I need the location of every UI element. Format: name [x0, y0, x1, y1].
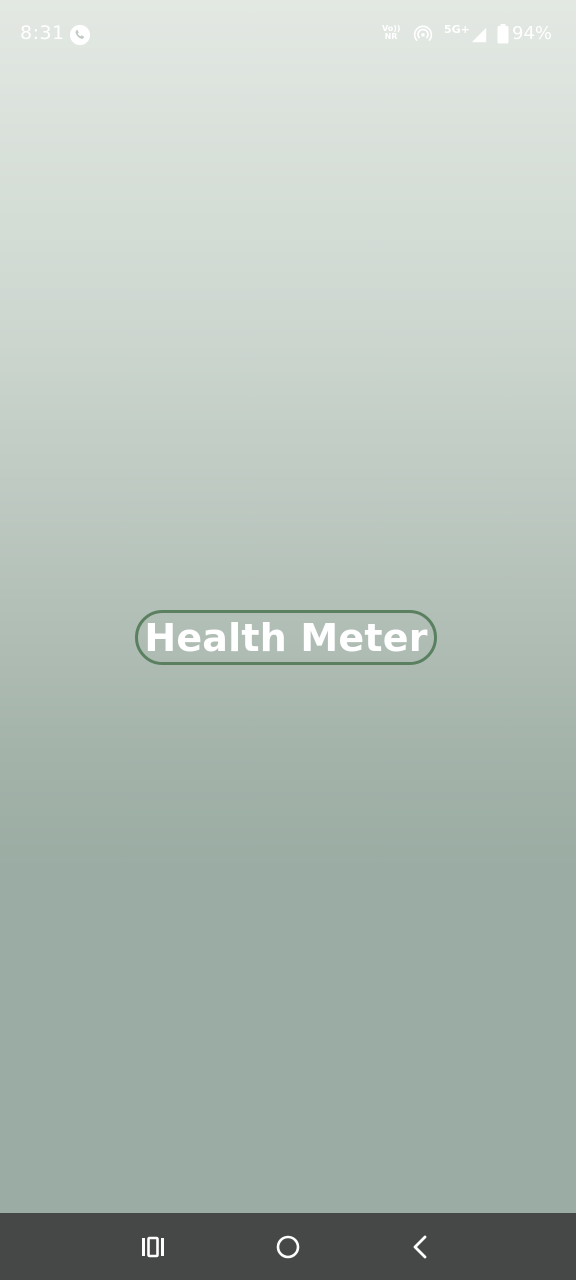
- battery-percent: 94%: [512, 23, 553, 44]
- network-type: 5G+: [444, 23, 470, 36]
- volte-icon: Vo)) NR: [382, 25, 401, 41]
- recents-icon[interactable]: [139, 1233, 167, 1261]
- battery-icon: [497, 24, 509, 44]
- phone-call-icon: [69, 24, 91, 46]
- signal-icon: [471, 27, 487, 43]
- app-title: Health Meter: [144, 615, 428, 660]
- home-icon[interactable]: [274, 1233, 302, 1261]
- app-title-badge: Health Meter: [135, 610, 437, 665]
- hotspot-icon: [413, 25, 433, 42]
- nr-label: NR: [384, 32, 398, 41]
- navigation-bar: [0, 1213, 576, 1280]
- splash-screen: 8:31 Vo)) NR 5G+ 94% Health Meter: [0, 0, 576, 1213]
- back-icon[interactable]: [407, 1233, 435, 1261]
- status-time: 8:31: [20, 22, 65, 44]
- status-bar: 8:31 Vo)) NR 5G+ 94%: [0, 0, 576, 70]
